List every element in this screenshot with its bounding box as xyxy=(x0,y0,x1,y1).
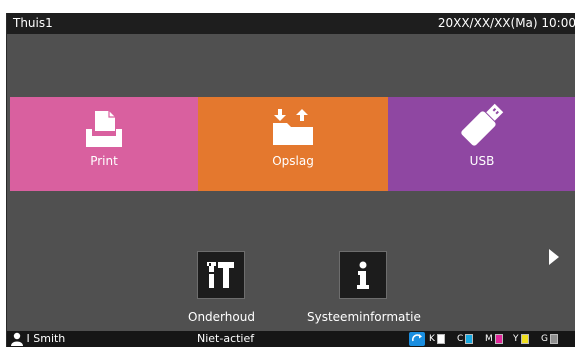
user-name: I Smith xyxy=(26,332,66,345)
system-info-label: Systeeminformatie xyxy=(307,310,421,324)
maintenance-label: Onderhoud xyxy=(188,310,255,324)
maintenance-function[interactable]: Onderhoud xyxy=(186,251,266,331)
ink-g: G xyxy=(541,334,558,344)
maintenance-button[interactable] xyxy=(197,251,245,299)
ink-g-label: G xyxy=(541,334,548,344)
user-info[interactable]: I Smith xyxy=(11,331,65,347)
ink-m-level xyxy=(494,334,503,344)
ink-c: C xyxy=(457,334,474,344)
ink-y-label: Y xyxy=(513,334,519,344)
ink-g-level xyxy=(549,334,558,344)
machine-status: Niet-actief xyxy=(197,332,255,345)
print-icon xyxy=(86,111,122,147)
ink-refresh-button[interactable] xyxy=(409,332,425,346)
storage-label: Opslag xyxy=(272,154,314,168)
ink-k-label: K xyxy=(429,334,435,344)
ink-m-label: M xyxy=(485,334,493,344)
ink-y: Y xyxy=(513,334,529,344)
ink-y-level xyxy=(520,334,529,344)
refresh-icon xyxy=(411,334,422,342)
ink-m: M xyxy=(485,334,503,344)
ink-k: K xyxy=(429,334,445,344)
screen-title: Thuis1 xyxy=(13,16,53,30)
screen: Thuis1 20XX/XX/XX(Ma) 10:00 Print Opslag xyxy=(6,13,575,347)
user-icon xyxy=(11,332,23,346)
usb-label: USB xyxy=(469,154,495,168)
maintenance-tools-icon xyxy=(207,262,234,288)
system-info-function[interactable]: Systeeminformatie xyxy=(307,251,427,331)
storage-tile[interactable]: Opslag xyxy=(198,97,388,191)
ink-c-label: C xyxy=(457,334,464,344)
ink-c-level xyxy=(465,334,474,344)
next-page-arrow-icon[interactable] xyxy=(549,249,559,265)
status-bar: I Smith Niet-actief K C M Y G xyxy=(7,331,575,347)
ink-k-level xyxy=(436,334,445,344)
info-icon xyxy=(357,261,369,289)
usb-tile[interactable]: USB xyxy=(388,97,575,191)
title-bar: Thuis1 20XX/XX/XX(Ma) 10:00 xyxy=(7,13,575,34)
main-function-tiles: Print Opslag USB xyxy=(10,97,575,191)
print-tile[interactable]: Print xyxy=(10,97,198,191)
storage-folder-icon xyxy=(273,109,313,145)
date-time: 20XX/XX/XX(Ma) 10:00 xyxy=(437,16,575,30)
print-label: Print xyxy=(90,154,118,168)
usb-icon xyxy=(461,103,504,146)
system-info-button[interactable] xyxy=(339,251,387,299)
